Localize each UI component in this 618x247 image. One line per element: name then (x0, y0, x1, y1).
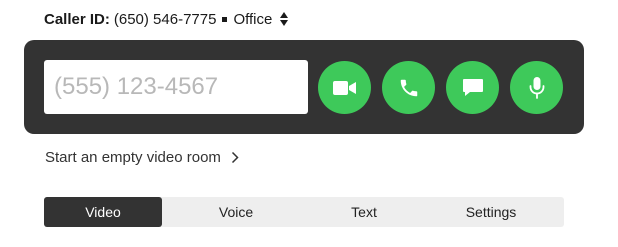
separator-dot (222, 16, 228, 22)
video-call-button[interactable] (318, 61, 371, 114)
mode-tab-bar: Video Voice Text Settings (44, 197, 564, 227)
start-empty-video-room-link[interactable]: Start an empty video room (45, 147, 239, 167)
phone-icon (400, 79, 417, 96)
dial-panel (24, 40, 584, 134)
tab-video[interactable]: Video (44, 197, 162, 227)
empty-room-label: Start an empty video room (45, 148, 221, 166)
chevron-right-icon (231, 151, 239, 163)
phone-number-input[interactable] (44, 60, 308, 114)
chat-bubble-icon (462, 78, 483, 96)
voice-memo-button[interactable] (510, 61, 563, 114)
caller-id-selector[interactable]: Caller ID: (650) 546-7775 Office (44, 9, 289, 29)
text-message-button[interactable] (446, 61, 499, 114)
sort-updown-icon[interactable] (280, 11, 289, 27)
caller-id-label: Caller ID: (44, 10, 110, 28)
tab-settings[interactable]: Settings (418, 197, 564, 227)
tab-voice[interactable]: Voice (162, 197, 310, 227)
video-camera-icon (332, 80, 356, 95)
voice-call-button[interactable] (382, 61, 435, 114)
microphone-icon (529, 76, 544, 99)
caller-id-type: Office (233, 10, 273, 28)
tab-text[interactable]: Text (310, 197, 418, 227)
caller-id-number: (650) 546-7775 (113, 10, 217, 28)
